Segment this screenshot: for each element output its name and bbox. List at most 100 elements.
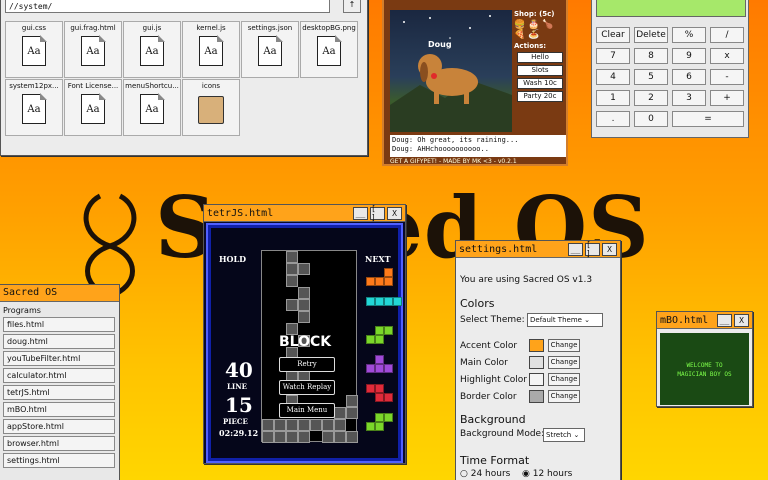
version-text: You are using Sacred OS v1.3 [460,275,593,285]
tetris-block [322,419,334,431]
next-piece-block [366,335,375,344]
document-icon: Aa [22,35,47,66]
mbo-window: mBO.html __ X WELCOME TO MAGICIAN BOY OS [656,311,753,407]
minimize-button[interactable]: __ [717,313,732,327]
next-piece-block [384,326,393,335]
minimize-button[interactable]: __ [353,206,368,220]
calc-button[interactable]: % [672,27,706,43]
tetris-game[interactable]: HOLD NEXT BLOCK Retry Watch Replay Main … [206,223,403,463]
window-title: mBO.html [660,314,709,326]
path-input[interactable]: //system/ [5,0,330,13]
file-item[interactable]: menuShortcu... Aa [123,79,181,136]
opt-12[interactable]: ◉ 12 hours [522,469,572,479]
program-item[interactable]: browser.html [3,436,115,451]
program-item[interactable]: files.html [3,317,115,332]
calc-button[interactable]: 1 [596,90,630,106]
maximize-button[interactable]: [ ] [585,240,600,258]
color-swatch[interactable] [529,339,544,352]
file-item[interactable]: Font License... Aa [64,79,122,136]
minimize-button[interactable]: __ [568,242,583,256]
calc-button[interactable]: 5 [634,69,668,85]
mbo-screen[interactable]: WELCOME TO MAGICIAN BOY OS [660,333,749,405]
change-color-button[interactable]: Change [548,373,580,386]
program-item[interactable]: settings.html [3,453,115,468]
piece-count: 15 [225,393,253,417]
color-swatch[interactable] [529,390,544,403]
calc-button[interactable]: 8 [634,48,668,64]
close-button[interactable]: X [734,313,749,327]
calc-button[interactable]: - [710,69,744,85]
next-piece-block [375,384,384,393]
calc-button[interactable]: Clear [596,27,630,43]
maximize-button[interactable]: [ ] [370,204,385,222]
next-piece-block [366,364,375,373]
window-title: tetrJS.html [207,207,274,219]
opt-12-label: 12 hours [532,469,573,479]
file-item[interactable]: desktopBG.png Aa [300,21,358,78]
tetris-block [334,407,346,419]
close-button[interactable]: X [387,206,402,220]
calc-button[interactable]: 0 [634,111,668,127]
mbo-titlebar[interactable]: mBO.html __ X [657,312,752,329]
watch-replay-button[interactable]: Watch Replay [279,380,335,395]
file-item[interactable]: gui.css Aa [5,21,63,78]
main-menu-button[interactable]: Main Menu [279,403,335,418]
program-item[interactable]: mBO.html [3,402,115,417]
tetris-block [286,263,298,275]
party-button[interactable]: Party 20c [517,91,563,102]
file-item[interactable]: gui.frag.html Aa [64,21,122,78]
theme-select[interactable]: Default Theme ⌄ [527,313,603,327]
change-color-button[interactable]: Change [548,390,580,403]
file-item[interactable]: kernel.js Aa [182,21,240,78]
calc-button[interactable]: x [710,48,744,64]
program-item[interactable]: youTubeFilter.html [3,351,115,366]
calc-button[interactable]: = [672,111,744,127]
block-title: BLOCK [279,334,332,350]
theme-label: Select Theme: [460,315,525,325]
calc-button[interactable]: 6 [672,69,706,85]
settings-titlebar[interactable]: settings.html __ [ ] X [456,240,620,258]
document-icon: Aa [199,35,224,66]
program-item[interactable]: doug.html [3,334,115,349]
file-item[interactable]: gui.js Aa [123,21,181,78]
shop-items-icon[interactable]: 🍔 🎂 🍗 🍕 🍝 [514,20,566,40]
document-icon: Aa [22,93,47,124]
slots-button[interactable]: Slots [517,65,563,76]
file-item[interactable]: icons [182,79,240,136]
tetris-block [298,287,310,299]
calc-button[interactable]: 7 [596,48,630,64]
program-item[interactable]: calculator.html [3,368,115,383]
calc-button[interactable]: 3 [672,90,706,106]
file-item[interactable]: settings.json Aa [241,21,299,78]
file-item[interactable]: system12px... Aa [5,79,63,136]
calc-button[interactable]: Delete [634,27,668,43]
opt-24[interactable]: ○ 24 hours [460,469,510,479]
close-button[interactable]: X [602,242,617,256]
retry-button[interactable]: Retry [279,357,335,372]
bg-mode-select[interactable]: Stretch ⌄ [543,428,585,442]
document-icon: Aa [317,35,342,66]
tetris-titlebar[interactable]: tetrJS.html __ [ ] X [204,204,405,222]
doug-scene[interactable] [390,10,512,132]
calc-button[interactable]: . [596,111,630,127]
color-swatch[interactable] [529,373,544,386]
calc-button[interactable]: 9 [672,48,706,64]
next-piece-block [366,422,375,431]
program-item[interactable]: tetrJS.html [3,385,115,400]
tetris-block [286,419,298,431]
hello-button[interactable]: Hello [517,52,563,63]
change-color-button[interactable]: Change [548,356,580,369]
actions-label: Actions: [514,42,547,50]
program-item[interactable]: appStore.html [3,419,115,434]
color-swatch[interactable] [529,356,544,369]
calc-button[interactable]: / [710,27,744,43]
up-button[interactable]: ↑ [343,0,361,13]
calc-button[interactable]: 4 [596,69,630,85]
calc-button[interactable]: 2 [634,90,668,106]
next-piece-block [366,277,375,286]
start-menu-title: Sacred OS [0,285,119,302]
calc-button[interactable]: + [710,90,744,106]
change-color-button[interactable]: Change [548,339,580,352]
file-grid: gui.css Aa gui.frag.html Aa gui.js Aa kernel.j… [5,21,358,136]
wash-button[interactable]: Wash 10c [517,78,563,89]
